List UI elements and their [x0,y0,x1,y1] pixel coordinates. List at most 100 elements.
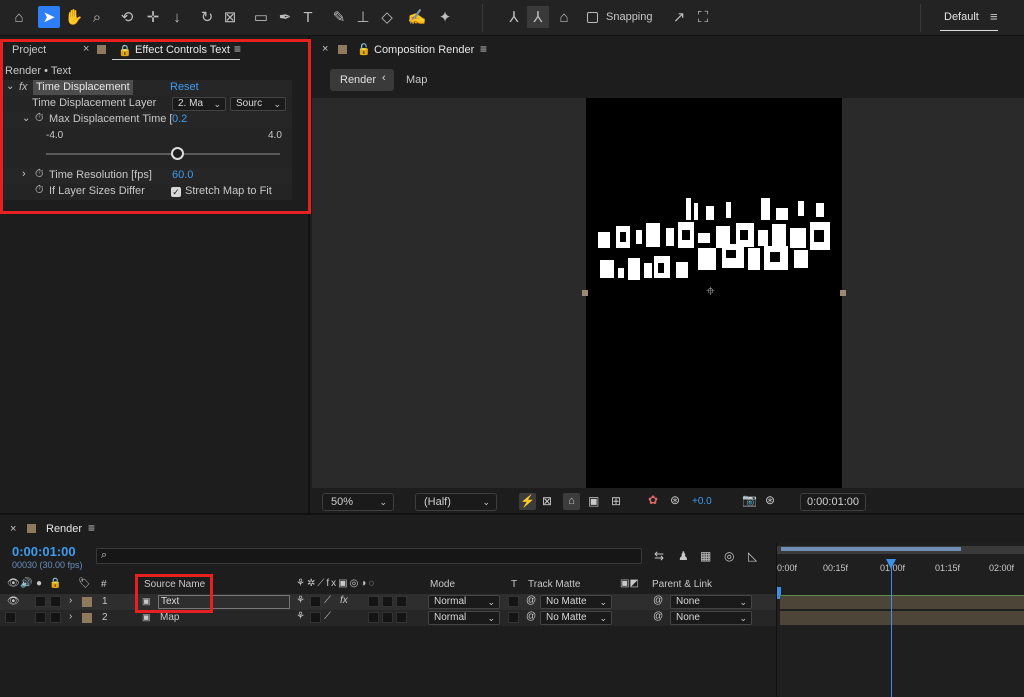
current-time[interactable]: 0:00:01:00 [12,544,76,559]
breadcrumb-render[interactable]: Render ‹ [330,69,394,91]
col-t: T [511,579,518,590]
show-snapshot-icon[interactable]: ⊛ [765,493,775,507]
close-comp-tab-icon[interactable]: × [322,43,328,55]
playhead-line[interactable] [891,559,892,697]
highlight-source-name [135,574,213,613]
parent-pickwhip-icon[interactable]: @ [653,595,663,606]
shy-layers-icon[interactable]: ♟ [678,549,689,563]
bbox-handle-right[interactable] [840,290,846,296]
layer-bar-map[interactable] [780,611,1024,625]
quality-switch-icon[interactable]: ⟋ [324,611,331,622]
selection-tool-icon[interactable]: ➤ [38,6,60,28]
layer-number: 2 [102,612,108,623]
mode-dropdown[interactable]: Normal ⌄ [428,595,500,609]
lock-icon[interactable]: 🔓 [357,43,371,56]
ruler-label: 01:15f [935,563,961,573]
home-icon[interactable]: ⌂ [8,6,30,28]
lock-switch-icon[interactable]: 🔒 [49,578,61,589]
snap-extend-icon[interactable]: ↗ [668,6,690,28]
pan-behind-tool-icon[interactable]: ⊠ [219,6,241,28]
snap-grid-icon[interactable]: ⛶ [692,6,714,28]
transparency-grid-icon[interactable]: ⊠ [542,494,552,508]
comp-bottom-bar: 50% ⌄ (Half) ⌄ ⚡ ⊠ ⌂ ▣ ⊞ ✿ ⊛ +0.0 📷 ⊛ 0:00… [312,489,1024,513]
track-matte-dropdown[interactable]: No Matte ⌄ [540,595,612,609]
ruler-label: 0:00f [777,563,798,573]
axis-view-icon[interactable]: ⌂ [553,6,575,28]
panel-menu-icon[interactable]: ≡ [88,521,95,535]
rectangle-tool-icon[interactable]: ▭ [250,6,272,28]
color-management-icon[interactable]: ⊛ [670,493,680,507]
frame-blending-icon[interactable]: ▦ [700,549,711,563]
table-row[interactable]: › 2 ▣ Map ⚘ ⟋ Normal ⌄ @ No Matte ⌄ @ None… [0,610,776,626]
solo-switch-icon[interactable]: ● [36,578,42,589]
rotate-tool-icon[interactable]: ↻ [196,6,218,28]
layer-name[interactable]: Map [160,612,179,623]
breadcrumb-map[interactable]: Map [406,74,427,86]
region-of-interest-icon[interactable]: ▣ [588,494,599,508]
matte-pickwhip-icon[interactable]: @ [526,595,536,606]
pen-tool-icon[interactable]: ✒ [274,6,296,28]
table-row[interactable]: 👁 › 1 ▣ Text ⚘ ⟋ fx Normal ⌄ @ No Matte ⌄ … [0,594,776,610]
matte-pickwhip-icon[interactable]: @ [526,611,536,622]
eye-icon[interactable]: 👁 [7,596,20,607]
eraser-tool-icon[interactable]: ◇ [376,6,398,28]
video-switch-icon[interactable]: 👁 [7,578,20,589]
chevron-right-icon[interactable]: › [69,595,72,606]
chevron-right-icon[interactable]: › [69,611,72,622]
pan-tool-icon[interactable]: ✛ [142,6,164,28]
bbox-handle-left[interactable] [582,290,588,296]
shy-switch-icon[interactable]: ⚘ [296,595,305,606]
workspace-default[interactable]: Default [944,11,979,23]
resolution-dropdown[interactable]: (Half) ⌄ [415,493,497,511]
type-tool-icon[interactable]: T [297,6,319,28]
brush-tool-icon[interactable]: ✎ [328,6,350,28]
graph-editor-icon[interactable]: ◺ [748,549,757,563]
fx-switch-icon[interactable]: fx [340,595,348,606]
zoom-tool-icon[interactable]: ⌕ [86,6,108,28]
puppet-tool-icon[interactable]: ✦ [434,6,456,28]
hand-tool-icon[interactable]: ✋ [63,6,85,28]
parent-dropdown[interactable]: None ⌄ [670,595,752,609]
axis-local-icon[interactable]: ⅄ [503,6,525,28]
col-mode[interactable]: Mode [430,579,455,590]
axis-world-icon[interactable]: ⅄ [527,6,549,28]
snapshot-camera-icon[interactable]: 📷 [742,493,757,507]
grid-guides-icon[interactable]: ⊞ [611,494,621,508]
col-parent[interactable]: Parent & Link [652,579,712,590]
switches-icons: ⚘✲⟋fx▣◎◑◌ [296,578,377,589]
motion-blur-icon[interactable]: ◎ [724,549,734,563]
label-icon[interactable]: 🏷 [78,578,91,589]
workspace-menu-icon[interactable]: ≡ [990,9,998,24]
layer-bar-text[interactable] [780,595,1024,609]
timeline-search-input[interactable]: ⌕ [96,548,642,564]
col-track-matte[interactable]: Track Matte [528,579,580,590]
parent-pickwhip-icon[interactable]: @ [653,611,663,622]
tab-render-timeline[interactable]: Render [46,523,82,535]
track-matte-dropdown[interactable]: No Matte ⌄ [540,611,612,625]
layer-number: 1 [102,596,108,607]
orbit-tool-icon[interactable]: ⟲ [116,6,138,28]
fast-previews-icon[interactable]: ⚡ [519,493,536,510]
exposure-value[interactable]: +0.0 [692,496,712,507]
quality-switch-icon[interactable]: ⟋ [324,595,331,606]
tab-composition[interactable]: Composition Render [374,44,474,56]
clone-stamp-tool-icon[interactable]: ⊥ [352,6,374,28]
panel-menu-icon[interactable]: ≡ [480,42,487,56]
col-number: # [101,579,107,590]
composition-mini-flowchart-icon[interactable]: ⇆ [654,549,664,563]
anchor-point-icon[interactable]: ⌖ [706,283,715,301]
timecode-display[interactable]: 0:00:01:00 [800,493,866,511]
frame-info: 00030 (30.00 fps) [12,560,83,570]
dolly-tool-icon[interactable]: ↓ [166,6,188,28]
channels-icon[interactable]: ✿ [648,493,658,507]
search-icon: ⌕ [101,549,108,561]
shy-switch-icon[interactable]: ⚘ [296,611,305,622]
mode-dropdown[interactable]: Normal ⌄ [428,611,500,625]
snapping-checkbox[interactable] [587,12,598,23]
close-timeline-tab-icon[interactable]: × [10,523,16,535]
parent-dropdown[interactable]: None ⌄ [670,611,752,625]
roto-brush-tool-icon[interactable]: ✍ [406,6,428,28]
zoom-dropdown[interactable]: 50% ⌄ [322,493,394,511]
mask-visibility-icon[interactable]: ⌂ [563,493,580,510]
audio-switch-icon[interactable]: 🔊 [20,578,32,589]
